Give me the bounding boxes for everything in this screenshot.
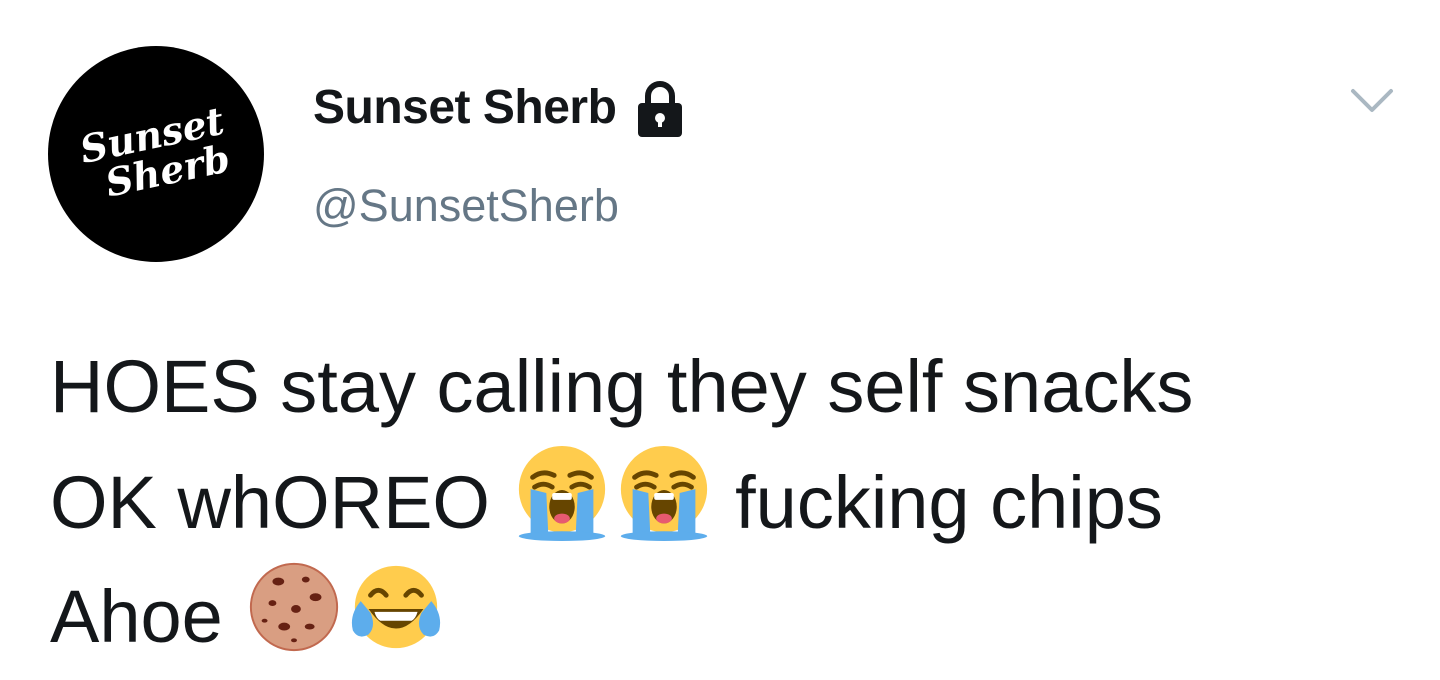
avatar[interactable]: Sunset Sherb [48, 46, 264, 262]
tweet-text-line2: OK whOREO fucking chips [50, 444, 1420, 558]
user-handle[interactable]: @SunsetSherb [313, 178, 619, 234]
tweet-text: HOES stay calling they self snacks OK wh… [50, 330, 1420, 672]
tweet-text-line1: HOES stay calling they self snacks [50, 330, 1420, 444]
lock-icon [634, 78, 686, 138]
tweet-text-segment: OK whOREO [50, 461, 490, 544]
avatar-logo: Sunset Sherb [76, 98, 235, 207]
face-with-tears-of-joy-icon [347, 558, 445, 656]
loudly-crying-face-icon [615, 444, 713, 542]
tweet: Sunset Sherb Sunset Sherb @SunsetSherb H… [0, 0, 1440, 680]
tweet-text-segment: fucking chips [735, 461, 1163, 544]
cookie-icon [245, 558, 343, 656]
tweet-text-segment: Ahoe [50, 575, 223, 658]
tweet-text-segment: HOES stay calling they self snacks [50, 345, 1194, 428]
tweet-text-line3: Ahoe [50, 558, 1420, 672]
loudly-crying-face-icon [513, 444, 611, 542]
display-name-row: Sunset Sherb [313, 78, 686, 138]
display-name[interactable]: Sunset Sherb [313, 78, 617, 138]
chevron-down-icon[interactable] [1350, 86, 1394, 116]
